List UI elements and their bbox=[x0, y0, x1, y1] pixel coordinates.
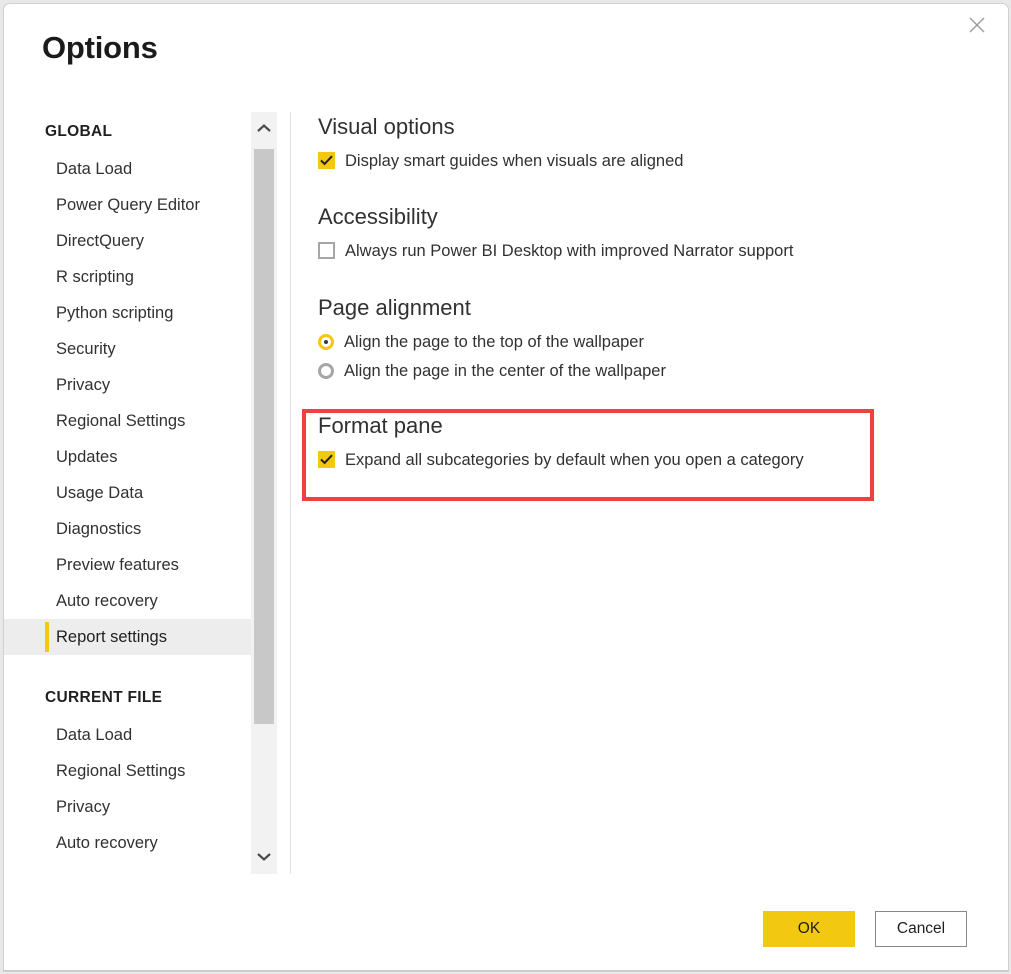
checkbox-narrator-support[interactable] bbox=[318, 242, 335, 259]
sidebar-item-data-load[interactable]: Data Load bbox=[4, 151, 251, 187]
sidebar-item-directquery[interactable]: DirectQuery bbox=[4, 223, 251, 259]
checkbox-display-smart-guides[interactable] bbox=[318, 152, 335, 169]
option-row-align-center[interactable]: Align the page in the center of the wall… bbox=[318, 361, 666, 381]
nav-list-global: Data Load Power Query Editor DirectQuery… bbox=[4, 151, 251, 655]
options-dialog: Options GLOBAL Data Load Power Query Edi… bbox=[3, 3, 1009, 972]
cancel-button[interactable]: Cancel bbox=[875, 911, 967, 947]
ok-button[interactable]: OK bbox=[763, 911, 855, 947]
dialog-button-bar: OK Cancel bbox=[763, 911, 967, 947]
option-row-align-top[interactable]: Align the page to the top of the wallpap… bbox=[318, 332, 666, 352]
sidebar-item-current-data-load[interactable]: Data Load bbox=[4, 717, 251, 753]
option-label-smart-guides: Display smart guides when visuals are al… bbox=[345, 152, 684, 170]
section-heading-accessibility: Accessibility bbox=[318, 204, 438, 229]
close-button[interactable] bbox=[955, 7, 999, 43]
scrollbar-up-button[interactable] bbox=[251, 112, 277, 146]
option-label-align-page-top: Align the page to the top of the wallpap… bbox=[344, 333, 644, 351]
nav-group-label-current-file: CURRENT FILE bbox=[45, 689, 163, 706]
sidebar-item-current-auto-recovery[interactable]: Auto recovery bbox=[4, 825, 251, 861]
section-heading-page-alignment: Page alignment bbox=[318, 295, 471, 320]
section-page-alignment: Page alignment Align the page to the top… bbox=[318, 293, 666, 381]
sidebar-item-diagnostics[interactable]: Diagnostics bbox=[4, 511, 251, 547]
page-title: Options bbox=[42, 30, 158, 65]
checkbox-expand-subcategories[interactable] bbox=[318, 451, 335, 468]
section-heading-visual-options: Visual options bbox=[318, 114, 455, 139]
option-label-expand-subcategories: Expand all subcategories by default when… bbox=[345, 451, 804, 469]
radio-align-page-center[interactable] bbox=[318, 363, 334, 379]
sidebar-item-current-regional-settings[interactable]: Regional Settings bbox=[4, 753, 251, 789]
sidebar-item-security[interactable]: Security bbox=[4, 331, 251, 367]
nav-group-label-global: GLOBAL bbox=[45, 123, 113, 140]
option-row-expand-subcategories[interactable]: Expand all subcategories by default when… bbox=[318, 450, 804, 470]
chevron-up-icon bbox=[257, 120, 271, 138]
option-label-align-page-center: Align the page in the center of the wall… bbox=[344, 362, 666, 380]
footer-bottom-edge bbox=[4, 970, 1008, 971]
section-accessibility: Accessibility Always run Power BI Deskto… bbox=[318, 202, 793, 261]
sidebar-item-power-query-editor[interactable]: Power Query Editor bbox=[4, 187, 251, 223]
sidebar-item-privacy[interactable]: Privacy bbox=[4, 367, 251, 403]
scrollbar-thumb[interactable] bbox=[254, 149, 274, 724]
nav-list-current-file: Data Load Regional Settings Privacy Auto… bbox=[4, 717, 251, 861]
scrollbar-down-button[interactable] bbox=[251, 840, 277, 874]
sidebar-item-current-privacy[interactable]: Privacy bbox=[4, 789, 251, 825]
option-row-smart-guides[interactable]: Display smart guides when visuals are al… bbox=[318, 151, 683, 171]
sidebar-item-r-scripting[interactable]: R scripting bbox=[4, 259, 251, 295]
sidebar-navigation: GLOBAL Data Load Power Query Editor Dire… bbox=[4, 112, 251, 874]
sidebar-item-regional-settings[interactable]: Regional Settings bbox=[4, 403, 251, 439]
close-icon bbox=[967, 15, 987, 35]
chevron-down-icon bbox=[257, 848, 271, 866]
section-visual-options: Visual options Display smart guides when… bbox=[318, 112, 683, 171]
option-label-narrator-support: Always run Power BI Desktop with improve… bbox=[345, 242, 794, 260]
sidebar-item-report-settings[interactable]: Report settings bbox=[4, 619, 251, 655]
option-row-narrator-support[interactable]: Always run Power BI Desktop with improve… bbox=[318, 241, 793, 261]
content-divider bbox=[290, 112, 291, 874]
dialog-title-bar: Options bbox=[4, 4, 1008, 96]
section-heading-format-pane: Format pane bbox=[318, 413, 443, 438]
section-format-pane: Format pane Expand all subcategories by … bbox=[318, 411, 804, 470]
sidebar-scrollbar[interactable] bbox=[251, 112, 277, 874]
sidebar-item-preview-features[interactable]: Preview features bbox=[4, 547, 251, 583]
dialog-footer: OK Cancel bbox=[4, 893, 1008, 971]
sidebar-item-updates[interactable]: Updates bbox=[4, 439, 251, 475]
sidebar-item-usage-data[interactable]: Usage Data bbox=[4, 475, 251, 511]
radio-align-page-top[interactable] bbox=[318, 334, 334, 350]
sidebar-item-auto-recovery[interactable]: Auto recovery bbox=[4, 583, 251, 619]
sidebar-item-python-scripting[interactable]: Python scripting bbox=[4, 295, 251, 331]
